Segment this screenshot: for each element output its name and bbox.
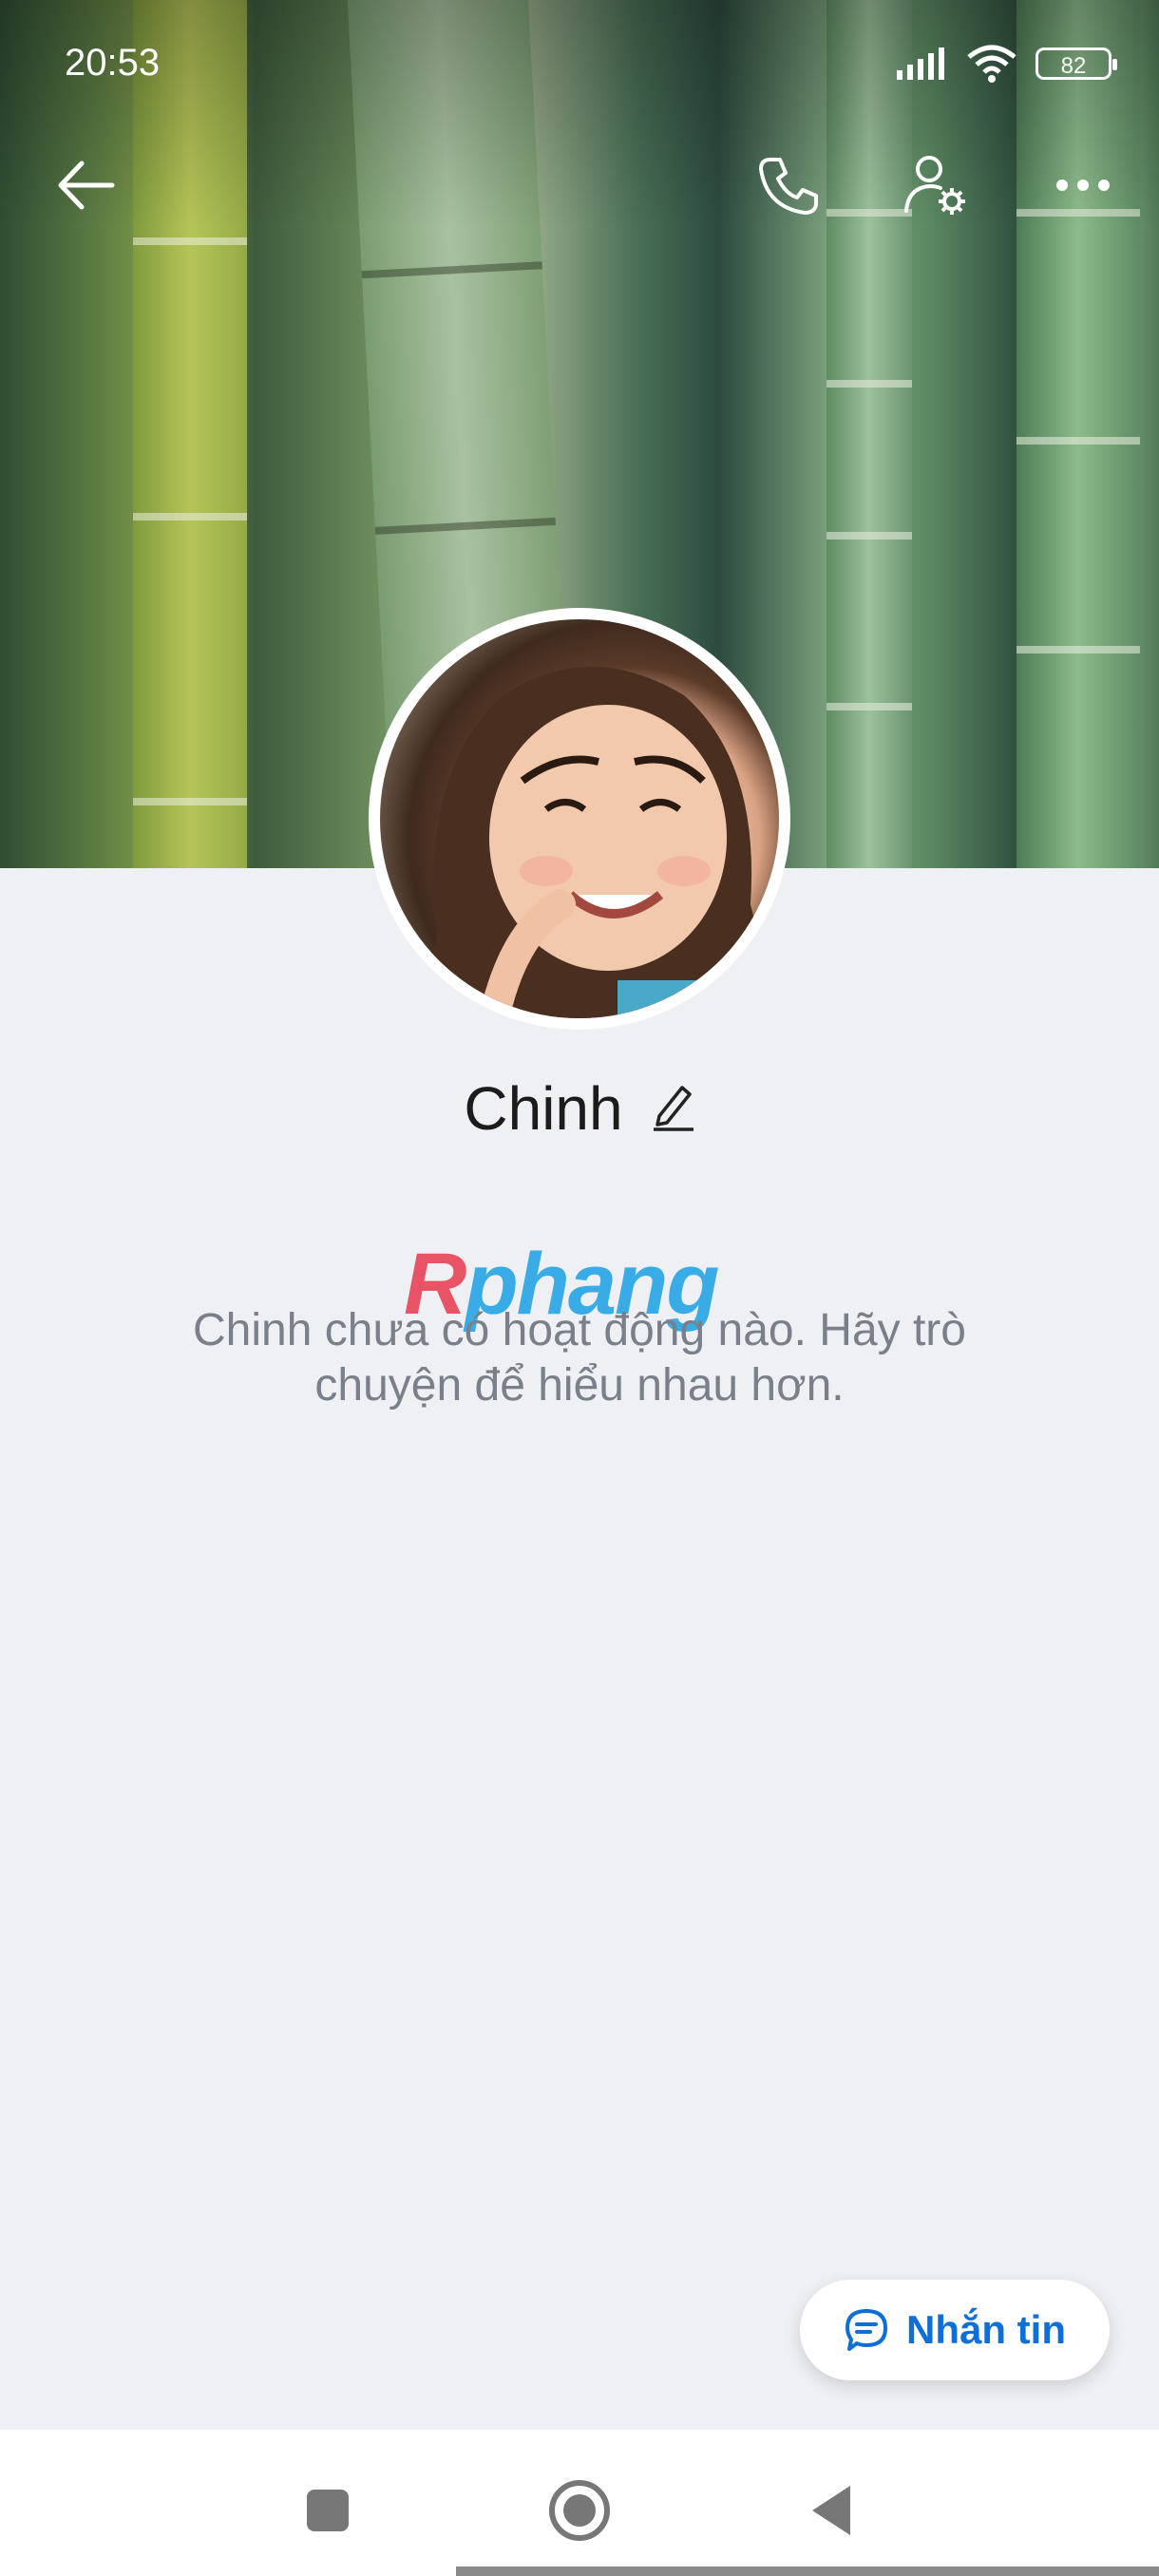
home-button[interactable]	[537, 2468, 622, 2553]
pencil-icon	[653, 1085, 694, 1131]
system-navigation-bar	[0, 2430, 1159, 2576]
profile-name: Chinh	[464, 1074, 623, 1143]
edit-name-button[interactable]	[652, 1082, 695, 1136]
avatar-photo	[380, 619, 779, 1018]
phone-icon	[759, 158, 818, 215]
chat-bubble-icon	[846, 2309, 887, 2351]
send-message-label: Nhắn tin	[906, 2307, 1066, 2352]
profile-settings-button[interactable]	[893, 142, 978, 228]
user-settings-icon	[904, 156, 965, 215]
home-circle-icon	[549, 2480, 610, 2541]
recents-button[interactable]	[285, 2468, 370, 2553]
back-button[interactable]	[43, 142, 128, 228]
wifi-icon	[967, 45, 1016, 83]
avatar[interactable]	[369, 608, 790, 1030]
back-arrow-icon	[58, 161, 115, 210]
battery-indicator: 82	[1036, 47, 1117, 80]
more-options-button[interactable]	[1040, 142, 1126, 228]
square-icon	[307, 2490, 349, 2531]
send-message-button[interactable]: Nhắn tin	[800, 2280, 1110, 2380]
call-button[interactable]	[746, 142, 831, 228]
signal-icon	[897, 47, 944, 80]
status-time: 20:53	[65, 42, 161, 84]
more-icon	[1056, 180, 1110, 191]
profile-name-row: Chinh	[0, 1073, 1159, 1144]
empty-activity-message: Chinh chưa có hoạt động nào. Hãy trò chu…	[193, 1305, 966, 1411]
triangle-back-icon	[812, 2486, 850, 2535]
status-icons: 82	[895, 44, 1117, 84]
gesture-bar	[456, 2567, 1159, 2576]
back-nav-button[interactable]	[788, 2468, 874, 2553]
